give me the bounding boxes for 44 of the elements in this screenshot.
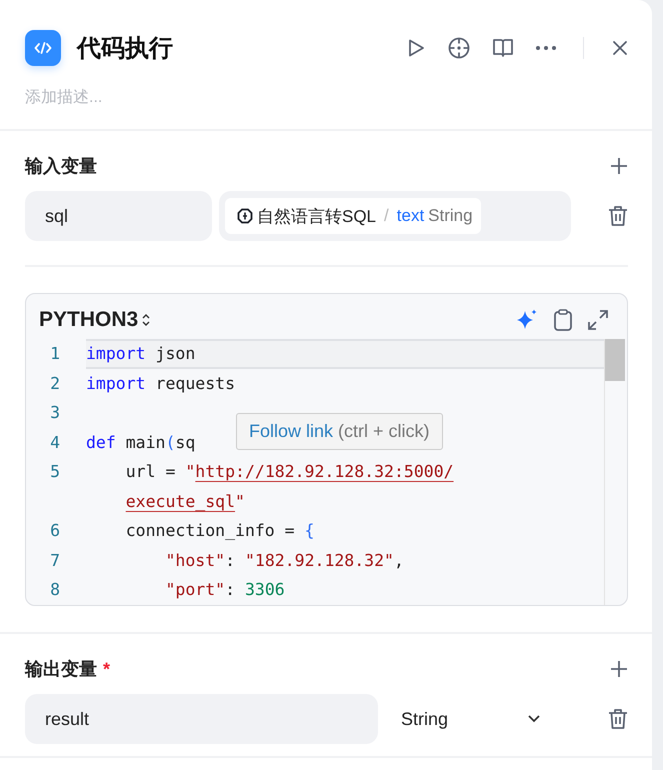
- field-name: text: [396, 206, 424, 226]
- line-number: 2: [49, 374, 61, 393]
- scrollbar[interactable]: [604, 339, 627, 605]
- chevron-down-icon: [527, 714, 541, 724]
- type-select[interactable]: String: [385, 694, 555, 744]
- code-line: "port": 3306: [164, 580, 285, 600]
- delete-icon[interactable]: [608, 708, 628, 730]
- code-line: connection_info = {: [124, 521, 314, 540]
- add-icon[interactable]: [610, 157, 628, 175]
- add-icon[interactable]: [610, 660, 628, 678]
- reference-field[interactable]: 自然语言转SQL / text String: [219, 191, 571, 241]
- source-node-label: 自然语言转SQL: [257, 206, 376, 228]
- code-line: url = "http://182.92.128.32:5000/: [124, 462, 454, 482]
- line-number: 8: [49, 580, 61, 600]
- variable-name-field[interactable]: sql: [25, 191, 212, 241]
- line-number: 5: [49, 462, 61, 482]
- code-icon: [25, 30, 61, 66]
- section-title: 输入变量: [25, 155, 97, 178]
- more-icon[interactable]: [535, 44, 557, 50]
- line-number: 7: [49, 550, 61, 570]
- delete-icon[interactable]: [608, 205, 628, 227]
- node-icon: [237, 208, 253, 224]
- line-number: 6: [49, 521, 61, 540]
- required-mark: *: [103, 658, 110, 680]
- path-separator: /: [384, 206, 389, 226]
- line-number: 3: [49, 403, 61, 422]
- type-label: String: [428, 206, 473, 226]
- clipboard-icon[interactable]: [553, 308, 573, 332]
- close-icon[interactable]: [612, 40, 628, 56]
- line-number: 4: [49, 432, 61, 452]
- code-line: execute_sql": [124, 492, 245, 511]
- updown-caret-icon: [141, 313, 152, 327]
- line-number: 1: [49, 344, 61, 364]
- code-line: def main(sq: [86, 432, 196, 452]
- expand-icon[interactable]: [587, 309, 609, 331]
- code-line: import requests: [86, 374, 236, 393]
- variable-name-field[interactable]: result: [25, 694, 378, 744]
- section-title: 输出变量: [25, 658, 97, 681]
- code-line: "host": "182.92.128.32",: [164, 550, 404, 570]
- language-select[interactable]: PYTHON3: [39, 308, 152, 332]
- crosshair-icon[interactable]: [447, 36, 471, 60]
- code-line: import json: [86, 344, 196, 364]
- node-title: 代码执行: [77, 34, 173, 64]
- link-tooltip: Follow link (ctrl + click): [236, 413, 443, 450]
